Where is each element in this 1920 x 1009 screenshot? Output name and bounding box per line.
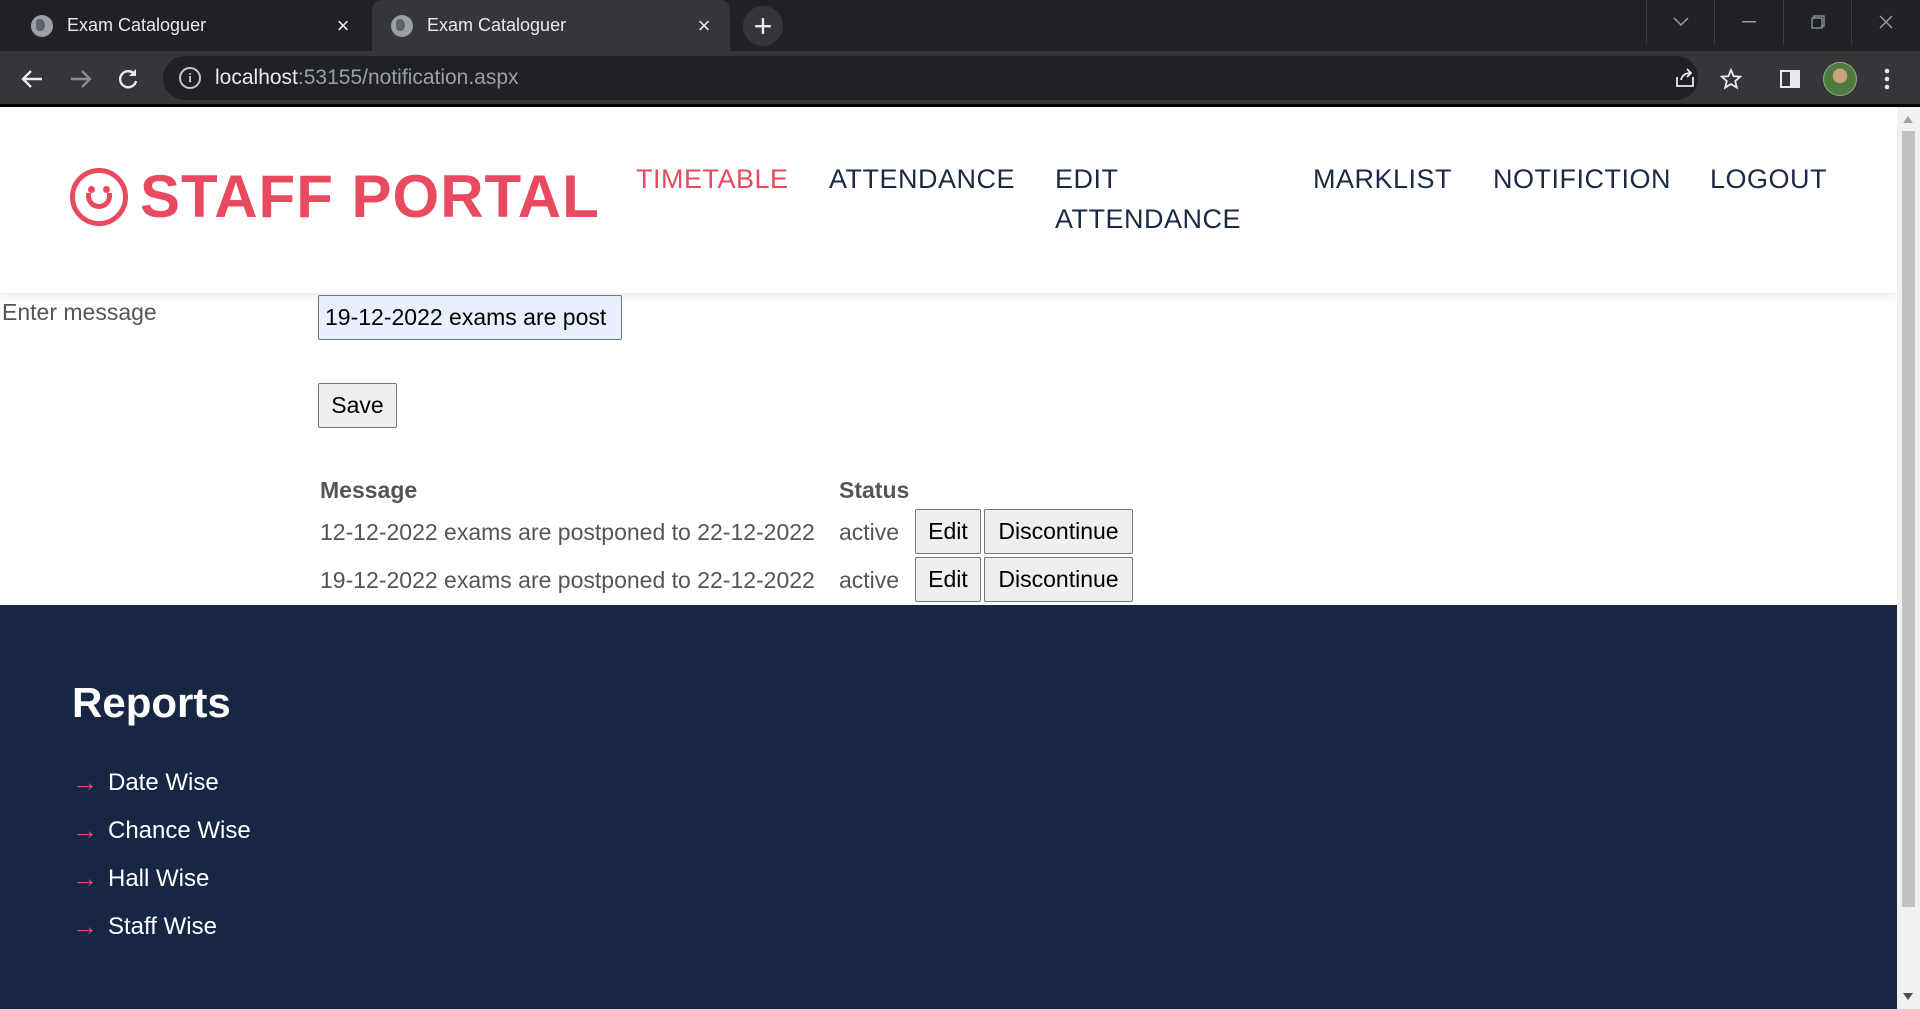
edit-button[interactable]: Edit [915,557,981,602]
arrow-right-icon: → [72,767,98,797]
column-header-status: Status [839,477,910,503]
message-label: Enter message [2,299,157,325]
discontinue-button[interactable]: Discontinue [984,509,1133,554]
close-tab-icon[interactable]: × [692,13,716,38]
reports-heading: Reports [72,679,231,726]
page-scrollbar[interactable] [1897,107,1920,1009]
nav-attendance[interactable]: ATTENDANCE [829,159,1015,199]
nav-notification[interactable]: NOTIFICTION [1493,159,1671,199]
report-link-label: Date Wise [108,768,219,796]
globe-icon [391,14,413,37]
more-menu-icon[interactable] [1871,63,1903,95]
report-link-label: Staff Wise [108,912,217,940]
save-button[interactable]: Save [318,383,397,428]
profile-avatar[interactable] [1823,62,1857,96]
page-viewport: STAFF PORTAL TIMETABLE ATTENDANCE EDIT AT… [0,107,1897,1009]
url-path: :53155/notification.aspx [297,66,519,89]
nav-logout[interactable]: LOGOUT [1710,159,1827,199]
browser-tab-strip: Exam Cataloguer × Exam Cataloguer × + [0,0,1920,51]
row-status: active [839,567,900,593]
message-input[interactable] [318,295,622,340]
arrow-right-icon: → [72,911,98,941]
logo-text: STAFF PORTAL [140,163,600,230]
nav-marklist[interactable]: MARKLIST [1313,159,1452,199]
row-message: 19-12-2022 exams are postponed to 22-12-… [320,567,815,593]
report-link-staff-wise[interactable]: → Staff Wise [72,911,217,942]
report-link-date-wise[interactable]: → Date Wise [72,767,219,798]
site-logo[interactable]: STAFF PORTAL [70,162,600,231]
url-host: localhost [215,66,298,89]
nav-edit-attendance-line2: ATTENDANCE [1055,204,1242,234]
discontinue-button[interactable]: Discontinue [984,557,1133,602]
arrow-right-icon: → [72,815,98,845]
back-arrow-icon[interactable] [16,63,48,95]
browser-tab[interactable]: Exam Cataloguer × [12,0,369,51]
side-panel-icon[interactable] [1774,63,1806,95]
nav-edit-attendance[interactable]: EDIT ATTENDANCE [1055,159,1241,239]
globe-icon [31,14,53,37]
browser-toolbar: i localhost:53155/notification.aspx [0,51,1920,106]
scrollbar-thumb[interactable] [1902,131,1915,907]
column-header-message: Message [320,477,418,503]
address-bar[interactable]: i localhost:53155/notification.aspx [163,56,1698,100]
report-link-hall-wise[interactable]: → Hall Wise [72,863,209,894]
share-icon[interactable] [1670,63,1700,93]
restore-icon[interactable] [1784,0,1852,44]
scroll-up-icon[interactable] [1903,116,1913,123]
arrow-right-icon: → [72,863,98,893]
smiley-icon [70,167,128,226]
edit-button[interactable]: Edit [915,509,981,554]
nav-edit-attendance-line1: EDIT [1055,164,1119,194]
site-info-icon[interactable]: i [179,67,201,89]
site-footer: Reports → Date Wise → Chance Wise → Hall… [0,605,1897,1009]
minimize-icon[interactable] [1715,0,1783,44]
close-tab-icon[interactable]: × [331,13,355,38]
scroll-down-icon[interactable] [1903,993,1913,1000]
report-link-label: Chance Wise [108,816,251,844]
browser-tab-active[interactable]: Exam Cataloguer × [372,0,730,51]
bookmark-star-icon[interactable] [1715,63,1747,95]
tab-title: Exam Cataloguer [67,15,207,35]
row-status: active [839,519,900,545]
close-window-icon[interactable] [1852,0,1920,44]
site-header: STAFF PORTAL TIMETABLE ATTENDANCE EDIT AT… [0,107,1897,293]
forward-arrow-icon[interactable] [65,63,97,95]
report-link-chance-wise[interactable]: → Chance Wise [72,815,251,846]
new-tab-button[interactable]: + [743,6,783,46]
url-text[interactable]: localhost:53155/notification.aspx [215,66,519,90]
report-link-label: Hall Wise [108,864,210,892]
tab-search-icon[interactable] [1647,0,1715,44]
tab-title: Exam Cataloguer [427,15,567,35]
row-message: 12-12-2022 exams are postponed to 22-12-… [320,519,815,545]
reload-icon[interactable] [112,63,144,95]
nav-timetable[interactable]: TIMETABLE [636,159,789,199]
